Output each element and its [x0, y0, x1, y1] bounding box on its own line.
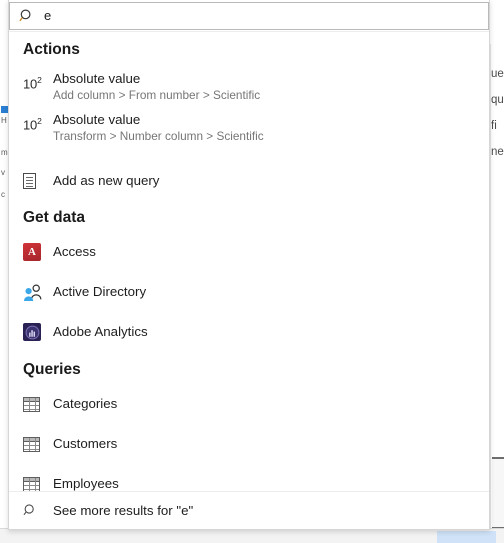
result-item-absolute-value-add-column[interactable]: 102 Absolute value Add column > From num… — [9, 70, 489, 110]
result-item-customers[interactable]: Customers — [9, 432, 489, 456]
scientific-notation-icon: 102 — [23, 111, 53, 132]
result-item-title: Absolute value — [53, 112, 141, 127]
background-scrollbar[interactable] — [492, 457, 504, 529]
background-right-fragment: fi — [491, 120, 497, 132]
result-item-categories[interactable]: Categories — [9, 392, 489, 416]
result-item-add-as-new-query[interactable]: Add as new query — [9, 169, 489, 193]
background-right-fragment: qu — [491, 94, 504, 106]
background-status-bar — [0, 528, 504, 543]
search-input[interactable] — [44, 4, 488, 28]
search-icon — [23, 503, 53, 518]
scientific-icon-exponent: 2 — [37, 116, 42, 126]
background-selection-highlight — [437, 531, 496, 543]
result-item-title: Add as new query — [53, 173, 160, 188]
section-header-queries: Queries — [23, 361, 81, 378]
result-item-absolute-value-transform[interactable]: 102 Absolute value Transform > Number co… — [9, 111, 489, 151]
section-header-actions: Actions — [23, 41, 80, 58]
background-left-fragment: v — [1, 168, 5, 177]
result-item-title: Active Directory — [53, 284, 147, 299]
see-more-results-row[interactable]: See more results for "e" — [9, 491, 489, 529]
result-item-title: Employees — [53, 476, 119, 491]
section-header-get-data: Get data — [23, 209, 86, 226]
result-item-active-directory[interactable]: Active Directory — [9, 280, 489, 304]
result-item-title: Absolute value — [53, 71, 141, 86]
search-box[interactable] — [9, 2, 489, 30]
background-left-accent — [1, 106, 8, 113]
search-results-popup: Actions 102 Absolute value Add column > … — [8, 0, 490, 530]
background-right-fragment: ue — [491, 68, 504, 80]
table-icon — [23, 476, 53, 491]
document-icon — [23, 173, 53, 189]
background-scrollbar-top-divider — [492, 457, 504, 459]
search-results-list: Actions 102 Absolute value Add column > … — [9, 31, 489, 491]
background-left-fragment: H — [1, 116, 7, 125]
access-icon-letter: A — [28, 245, 36, 258]
result-item-employees[interactable]: Employees — [9, 472, 489, 491]
search-icon — [10, 8, 44, 24]
scientific-notation-icon: 102 — [23, 70, 53, 91]
active-directory-icon — [23, 283, 53, 301]
background-left-fragment: c — [1, 190, 5, 199]
scientific-icon-exponent: 2 — [37, 75, 42, 85]
table-icon — [23, 436, 53, 452]
result-item-subtitle: Add column > From number > Scientific — [53, 88, 261, 102]
background-left-strip: H m v c — [0, 44, 8, 543]
background-left-fragment: m — [1, 148, 8, 157]
access-icon: A — [23, 243, 53, 261]
result-item-adobe-analytics[interactable]: Adobe Analytics — [9, 320, 489, 344]
table-icon — [23, 396, 53, 412]
adobe-analytics-icon — [23, 323, 53, 341]
result-item-title: Categories — [53, 396, 118, 411]
see-more-results-label: See more results for "e" — [53, 503, 194, 518]
result-item-access[interactable]: A Access — [9, 240, 489, 264]
result-item-title: Customers — [53, 436, 118, 451]
result-item-subtitle: Transform > Number column > Scientific — [53, 129, 264, 143]
background-right-fragment: ne — [491, 146, 504, 158]
scientific-icon-base: 10 — [23, 117, 38, 133]
scientific-icon-base: 10 — [23, 76, 38, 92]
result-item-title: Access — [53, 244, 96, 259]
result-item-title: Adobe Analytics — [53, 324, 148, 339]
